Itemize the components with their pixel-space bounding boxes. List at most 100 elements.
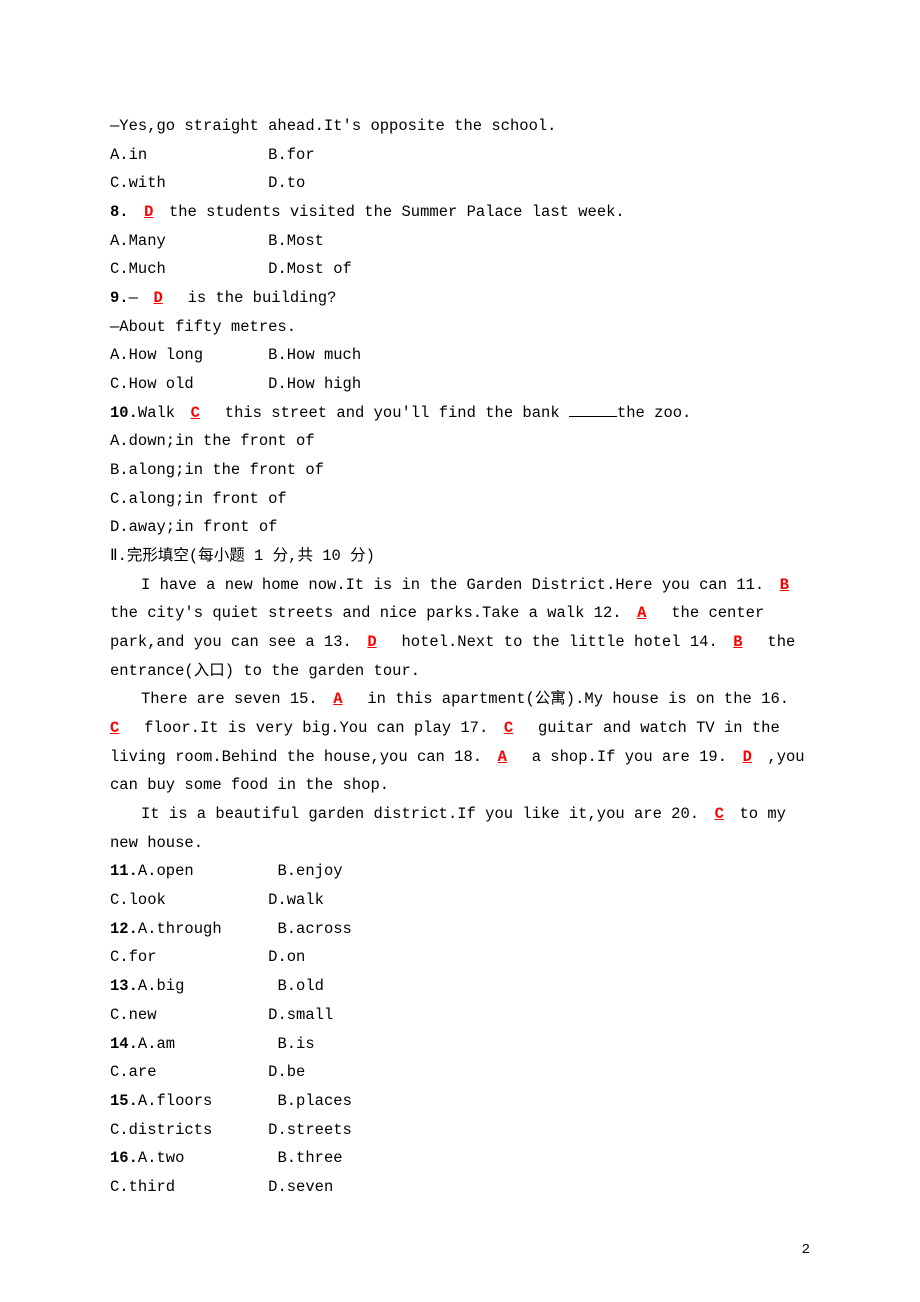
opt14-D: D.be (268, 1063, 305, 1081)
q10-number: 10. (110, 404, 138, 422)
opt15-D: D.streets (268, 1121, 352, 1139)
opt14-num: 14. (110, 1035, 138, 1053)
q8-optD: D.Most of (268, 260, 352, 278)
q7-options-row2: C.with D.to (110, 169, 810, 198)
q9-options-row1: A.How long B.How much (110, 341, 810, 370)
q8-stem: 8. D the students visited the Summer Pal… (110, 198, 810, 227)
opt14-row1: 14.A.am B.is (110, 1030, 810, 1059)
opt15-row2: C.districts D.streets (110, 1116, 810, 1145)
opt12-D: D.on (268, 948, 305, 966)
page-number: 2 (802, 1238, 810, 1264)
q7-optA: A.in (110, 146, 147, 164)
cloze-p1-a: I have a new home now.It is in the Garde… (141, 576, 764, 594)
q10-answer: C (191, 404, 200, 422)
cloze-a16: C (110, 719, 119, 737)
opt16-D: D.seven (268, 1178, 333, 1196)
opt11-A: A.open (138, 862, 194, 880)
document-page: —Yes,go straight ahead.It's opposite the… (0, 0, 920, 1302)
cloze-p2-b: in this apartment(公寓).My house is on the… (358, 690, 789, 708)
opt16-num: 16. (110, 1149, 138, 1167)
opt13-num: 13. (110, 977, 138, 995)
cloze-a11: B (780, 576, 789, 594)
opt15-C: C.districts (110, 1121, 212, 1139)
cloze-para-3: It is a beautiful garden district.If you… (110, 800, 810, 857)
opt11-C: C.look (110, 891, 166, 909)
q8-optA: A.Many (110, 232, 166, 250)
opt15-row1: 15.A.floors B.places (110, 1087, 810, 1116)
cloze-p1-b: the city's quiet streets and nice parks.… (110, 604, 622, 622)
q7-options-row1: A.in B.for (110, 141, 810, 170)
opt16-C: C.third (110, 1178, 175, 1196)
cloze-a14: B (733, 633, 742, 651)
q9-optC: C.How old (110, 375, 194, 393)
opt12-row2: C.for D.on (110, 943, 810, 972)
q9-dash: — (129, 289, 138, 307)
opt12-A: A.through (138, 920, 222, 938)
q7-optB: B.for (268, 146, 315, 164)
opt11-D: D.walk (268, 891, 324, 909)
cloze-a20: C (715, 805, 724, 823)
q8-optB: B.Most (268, 232, 324, 250)
q10-blank (569, 400, 617, 417)
opt12-row1: 12.A.through B.across (110, 915, 810, 944)
q10-optB: B.along;in the front of (110, 456, 810, 485)
q10-text-after: the zoo. (617, 404, 691, 422)
q9-stem: 9.— D is the building? (110, 284, 810, 313)
q9-optA: A.How long (110, 346, 203, 364)
cloze-a19: D (743, 748, 752, 766)
cloze-p2-c: floor.It is very big.You can play 17. (135, 719, 488, 737)
q10-text-mid: this street and you'll find the bank (215, 404, 568, 422)
q10-text-before: Walk (138, 404, 175, 422)
q9-answer: D (153, 289, 162, 307)
q9-optD: D.How high (268, 375, 361, 393)
q8-answer: D (144, 203, 153, 221)
q10-stem: 10.Walk C this street and you'll find th… (110, 399, 810, 428)
opt12-num: 12. (110, 920, 138, 938)
q10-optA: A.down;in the front of (110, 427, 810, 456)
q8-text: the students visited the Summer Palace l… (169, 203, 625, 221)
cloze-a17: C (504, 719, 513, 737)
q7-optD: D.to (268, 174, 305, 192)
opt14-B: B.is (277, 1035, 314, 1053)
cloze-a12: A (637, 604, 646, 622)
opt13-D: D.small (268, 1006, 333, 1024)
opt16-B: B.three (277, 1149, 342, 1167)
opt16-row2: C.third D.seven (110, 1173, 810, 1202)
opt15-B: B.places (277, 1092, 351, 1110)
q9-line2: —About fifty metres. (110, 313, 810, 342)
opt11-B: B.enjoy (277, 862, 342, 880)
opt14-A: A.am (138, 1035, 175, 1053)
cloze-para-1: I have a new home now.It is in the Garde… (110, 571, 810, 686)
opt14-row2: C.are D.be (110, 1058, 810, 1087)
q8-options-row2: C.Much D.Most of (110, 255, 810, 284)
opt15-A: A.floors (138, 1092, 212, 1110)
cloze-p3-a: It is a beautiful garden district.If you… (141, 805, 699, 823)
q7-optC: C.with (110, 174, 166, 192)
q10-optD: D.away;in front of (110, 513, 810, 542)
q9-optB: B.How much (268, 346, 361, 364)
cloze-p2-a: There are seven 15. (141, 690, 318, 708)
opt11-num: 11. (110, 862, 138, 880)
q9-number: 9. (110, 289, 129, 307)
opt12-C: C.for (110, 948, 157, 966)
q8-number: 8. (110, 203, 129, 221)
opt15-num: 15. (110, 1092, 138, 1110)
cloze-a13: D (367, 633, 376, 651)
opt14-C: C.are (110, 1063, 157, 1081)
opt13-row2: C.new D.small (110, 1001, 810, 1030)
q9-options-row2: C.How old D.How high (110, 370, 810, 399)
cloze-para-2: There are seven 15. A in this apartment(… (110, 685, 810, 800)
opt13-A: A.big (138, 977, 185, 995)
opt13-row1: 13.A.big B.old (110, 972, 810, 1001)
cloze-p2-e: a shop.If you are 19. (522, 748, 727, 766)
opt12-B: B.across (277, 920, 351, 938)
section-ii-heading: Ⅱ.完形填空(每小题 1 分,共 10 分) (110, 542, 810, 571)
q10-optC: C.along;in front of (110, 485, 810, 514)
cloze-a15: A (333, 690, 342, 708)
cloze-a18: A (498, 748, 507, 766)
opt13-B: B.old (277, 977, 324, 995)
opt11-row1: 11.A.open B.enjoy (110, 857, 810, 886)
q8-options-row1: A.Many B.Most (110, 227, 810, 256)
opt16-row1: 16.A.two B.three (110, 1144, 810, 1173)
q8-optC: C.Much (110, 260, 166, 278)
